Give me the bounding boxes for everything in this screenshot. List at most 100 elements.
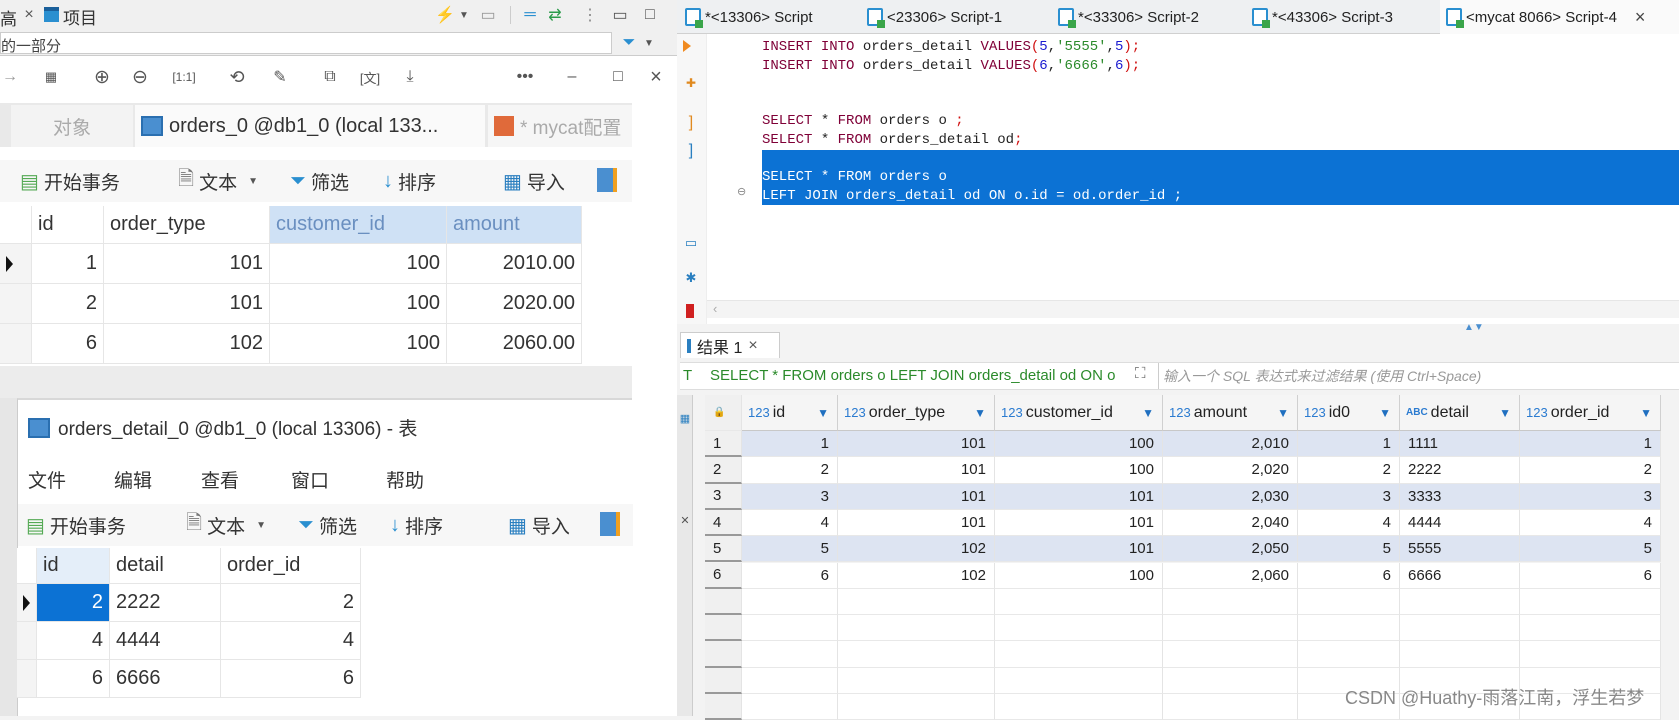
table-cell[interactable]: 2,010 [1163,431,1298,458]
column-header[interactable]: 123 amount ▼ [1163,395,1298,431]
sort-dropdown-icon[interactable]: ▼ [1277,406,1289,420]
code-area[interactable]: INSERT INTO orders_detail VALUES(5,'5555… [677,38,1679,288]
table-cell[interactable]: 6666 [110,660,221,698]
table-cell[interactable]: 2 [1520,457,1661,484]
sort-dropdown-icon[interactable]: ▼ [974,406,986,420]
table-cell[interactable]: 6 [1298,562,1400,589]
table-cell[interactable] [1298,641,1400,668]
translate-icon[interactable]: ⧉ [318,66,342,88]
table-cell[interactable]: 5 [1298,536,1400,563]
table-cell[interactable]: 2060.00 [447,324,582,364]
begin-transaction-button[interactable]: ▤ 开始事务 [20,166,120,196]
table-cell[interactable]: 102 [104,324,270,364]
maximize-icon[interactable]: □ [606,66,630,88]
table-cell[interactable] [1298,588,1400,616]
column-header[interactable]: 123 order_type ▼ [838,395,995,431]
text-mode-button[interactable]: 🗎 文本 ▼ [186,510,266,540]
table-cell[interactable]: 101 [995,483,1163,510]
column-header[interactable]: order_id [221,548,361,584]
table-cell[interactable]: 1 [32,244,104,284]
editor-tab[interactable]: *<33306> Script-2 [1052,0,1199,34]
column-header[interactable]: amount [447,206,582,244]
table-cell[interactable]: 6666 [1400,562,1520,589]
download-icon[interactable]: ⤓ [398,66,422,88]
table-cell[interactable]: 5 [742,536,838,563]
text-mode-button[interactable]: 🗎 文本 ▼ [178,166,258,196]
row-number[interactable] [705,667,742,694]
menu-item[interactable]: 文件 [28,466,66,493]
row-number[interactable] [705,615,742,642]
table-cell[interactable] [838,667,995,694]
menu-item[interactable]: 查看 [201,466,239,493]
minimize-icon[interactable]: – [560,66,584,88]
menu-icon[interactable]: ⋮ [580,4,600,26]
actual-size-icon[interactable]: [1:1] [172,66,196,88]
editor-tab[interactable]: *<43306> Script-3 [1246,0,1393,34]
table-cell[interactable] [1298,615,1400,642]
forward-icon[interactable]: → [0,66,20,88]
grid-view-icon[interactable]: ▦ [677,403,693,433]
table-cell[interactable] [838,641,995,668]
table-cell[interactable]: 102 [838,562,995,589]
row-marker[interactable] [0,244,32,284]
scroll-left-icon[interactable]: ‹ [713,301,717,316]
table-cell[interactable] [1163,641,1298,668]
table-cell[interactable]: 4444 [110,622,221,660]
table-cell[interactable]: 2020.00 [447,284,582,324]
row-number[interactable]: 1 [705,431,742,458]
table-cell[interactable]: 4 [37,622,110,660]
table-cell[interactable] [838,694,995,720]
maximize-icon[interactable]: □ [640,4,660,26]
tab-mycat-config[interactable]: * mycat配置 [488,105,632,147]
import-button[interactable]: ▦ 导入 [508,510,570,540]
code-line[interactable]: INSERT INTO orders_detail VALUES(6,'6666… [762,57,1140,76]
column-header[interactable]: 123 order_id ▼ [1520,395,1661,431]
sort-button[interactable]: ↓ 排序 [390,510,443,540]
table-cell[interactable]: 1 [1298,431,1400,458]
horizontal-scrollbar[interactable]: ‹ [707,300,1679,318]
chevron-down-icon[interactable]: ▼ [458,4,470,26]
table-cell[interactable]: 2010.00 [447,244,582,284]
table-cell[interactable]: 3 [1520,483,1661,510]
table-cell[interactable] [1400,588,1520,616]
column-header[interactable]: 123 id ▼ [742,395,838,431]
table-cell[interactable]: 4 [1520,509,1661,537]
code-line[interactable]: SELECT * FROM orders_detail od; [762,131,1023,150]
table-cell[interactable]: 2,050 [1163,536,1298,563]
table-cell[interactable]: 6 [37,660,110,698]
editor-tab[interactable]: <23306> Script-1 [861,0,1002,34]
table-cell[interactable]: 4 [1298,509,1400,537]
row-marker[interactable] [0,284,32,324]
table-cell[interactable]: 1 [1520,431,1661,458]
column-header[interactable]: detail [110,548,221,584]
column-header[interactable]: 123 id0 ▼ [1298,395,1400,431]
column-header[interactable]: ABC detail ▼ [1400,395,1520,431]
menu-item[interactable]: 帮助 [386,466,424,493]
close-icon[interactable]: × [1635,7,1646,28]
sort-dropdown-icon[interactable]: ▼ [1379,406,1391,420]
table-cell[interactable]: 2,060 [1163,562,1298,589]
table-cell[interactable]: 2,030 [1163,483,1298,510]
panel-tab-fragment[interactable]: 高 [0,5,17,30]
minimize-icon[interactable]: ▭ [610,4,630,26]
tab-orders-0[interactable]: orders_0 @db1_0 (local 133... [135,105,485,147]
table-cell[interactable] [1163,588,1298,616]
table-cell[interactable] [742,615,838,642]
table-cell[interactable]: 101 [995,536,1163,563]
table-cell[interactable]: 6 [742,562,838,589]
code-line[interactable] [762,149,1679,169]
editor-tab[interactable]: <mycat 8066> Script-4 × [1440,0,1679,34]
table-cell[interactable]: 100 [995,562,1163,589]
table-cell[interactable] [1520,641,1661,668]
table-cell[interactable]: 4 [221,622,361,660]
table-cell[interactable]: 100 [995,431,1163,458]
table-cell[interactable]: 3333 [1400,483,1520,510]
table-cell[interactable]: 101 [838,483,995,510]
table-cell[interactable] [742,641,838,668]
zoom-out-icon[interactable]: ⊖ [128,66,152,88]
table-cell[interactable] [1163,694,1298,720]
table-cell[interactable]: 2 [32,284,104,324]
row-number[interactable] [705,588,742,616]
table-cell[interactable] [995,641,1163,668]
table-cell[interactable]: 2,040 [1163,509,1298,537]
